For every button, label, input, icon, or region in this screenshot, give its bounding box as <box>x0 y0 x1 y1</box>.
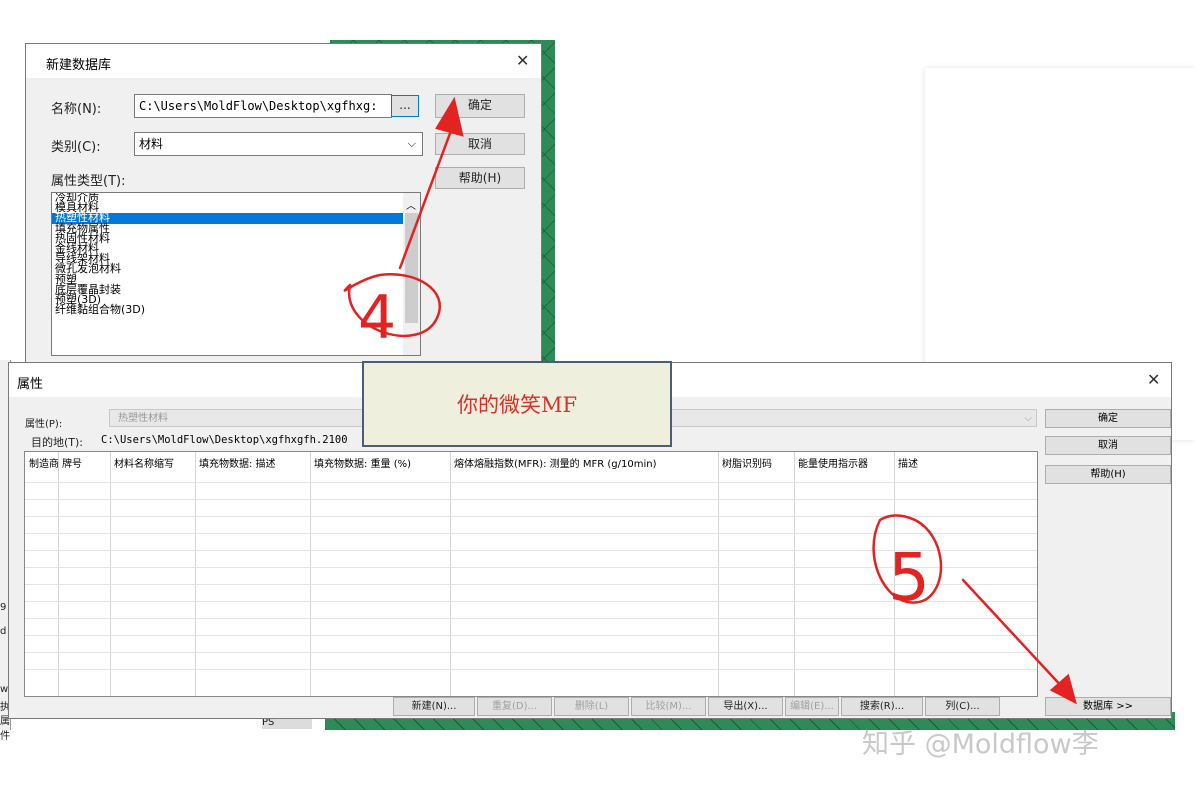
annotation-layer: 4 5 <box>343 96 1077 705</box>
arrow-4-head <box>435 96 464 137</box>
arrow-4-shaft <box>398 126 454 270</box>
annotation-step-4: 4 <box>358 283 396 353</box>
arrow-5-shaft <box>961 578 1067 692</box>
annotation-step-5: 5 <box>888 539 930 616</box>
watermark: 知乎 @Moldflow李 <box>862 729 1099 760</box>
